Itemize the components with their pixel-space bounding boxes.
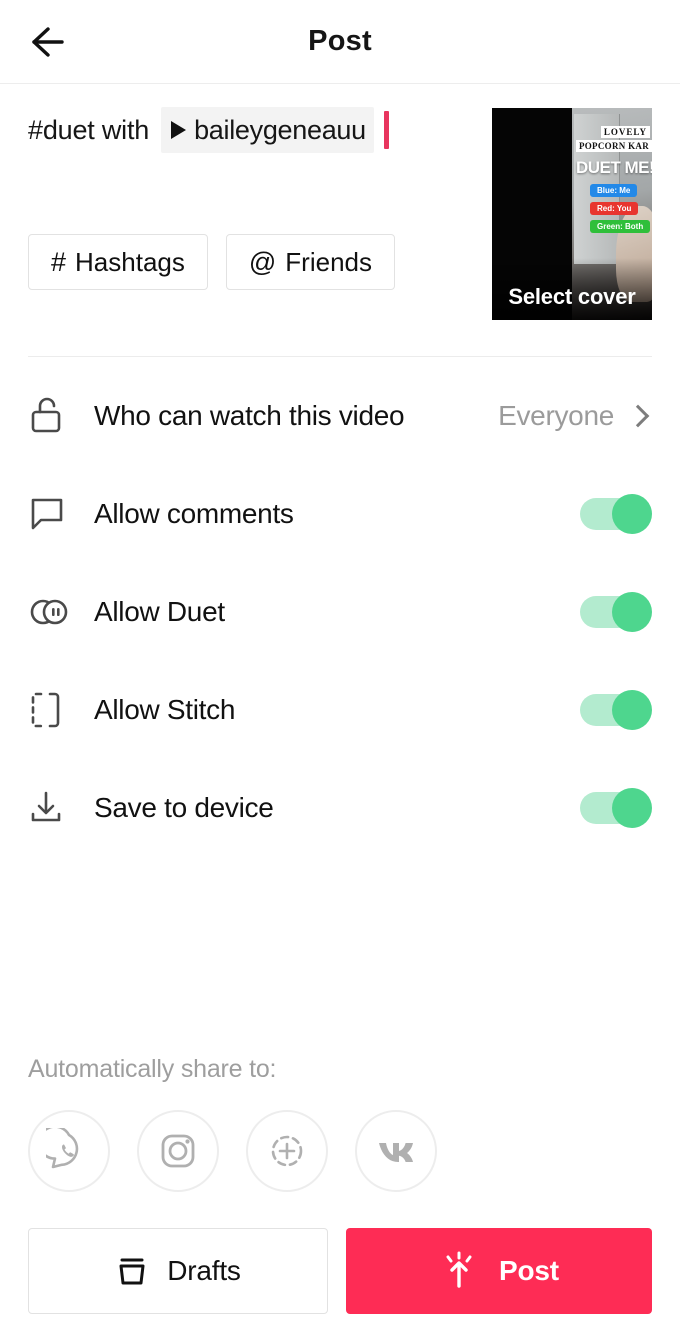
arrow-left-icon xyxy=(32,26,64,57)
row-allow-comments[interactable]: Allow comments xyxy=(28,465,652,563)
row-allow-duet[interactable]: Allow Duet xyxy=(28,563,652,661)
toggle-thumb xyxy=(612,494,652,534)
who-can-watch-label: Who can watch this video xyxy=(94,400,405,431)
cover-overlay-tag-red: Red: You xyxy=(590,202,639,215)
chevron-right-icon xyxy=(626,404,650,428)
hashtags-label: Hashtags xyxy=(75,246,185,277)
friends-label: Friends xyxy=(285,246,372,277)
caption-prefix: #duet with xyxy=(28,115,150,145)
video-cover-thumbnail[interactable]: LOVELY POPCORN KAR DUET ME!!! Blue: Me R… xyxy=(492,108,652,320)
caption-editor[interactable]: #duet with baileygeneauu # Hashtags @ Fr… xyxy=(28,107,458,320)
who-can-watch-value: Everyone xyxy=(498,400,614,431)
tag-button-row: # Hashtags @ Friends xyxy=(28,234,458,290)
post-upload-icon xyxy=(446,1251,472,1288)
back-button[interactable] xyxy=(26,16,78,68)
unlock-icon xyxy=(28,394,84,438)
toggle-thumb xyxy=(612,592,652,632)
download-icon xyxy=(28,788,84,828)
cover-overlay-popcorn: POPCORN KAR xyxy=(575,140,652,152)
row-allow-stitch[interactable]: Allow Stitch xyxy=(28,661,652,759)
post-screen: Post #duet with baileygeneauu # Hashtags… xyxy=(0,0,680,1344)
drafts-box-icon xyxy=(119,1258,145,1285)
allow-comments-toggle[interactable] xyxy=(580,494,652,534)
select-cover-label[interactable]: Select cover xyxy=(492,284,652,310)
allow-comments-label: Allow comments xyxy=(94,498,294,529)
post-label: Post xyxy=(499,1255,559,1286)
auto-share-label: Automatically share to: xyxy=(28,1055,277,1083)
instagram-story-icon xyxy=(271,1135,303,1167)
allow-duet-label: Allow Duet xyxy=(94,596,225,627)
text-caret xyxy=(383,111,389,149)
stitch-bracket-icon xyxy=(28,689,84,731)
allow-stitch-label: Allow Stitch xyxy=(94,694,236,725)
allow-stitch-toggle[interactable] xyxy=(580,690,652,730)
comment-bubble-icon xyxy=(28,494,84,534)
toggle-thumb xyxy=(612,788,652,828)
section-divider xyxy=(28,356,652,357)
play-triangle-icon xyxy=(171,121,187,139)
instagram-icon xyxy=(161,1134,195,1168)
friends-button[interactable]: @ Friends xyxy=(225,234,395,290)
caption-line: #duet with baileygeneauu xyxy=(28,107,458,153)
caption-section: #duet with baileygeneauu # Hashtags @ Fr… xyxy=(0,84,680,320)
at-mention-icon: @ xyxy=(248,246,277,277)
drafts-label: Drafts xyxy=(167,1255,241,1286)
toggle-thumb xyxy=(612,690,652,730)
share-instagram-story-button[interactable] xyxy=(246,1110,328,1192)
share-target-row xyxy=(28,1110,652,1192)
settings-list: Who can watch this video Everyone Allow … xyxy=(0,367,680,857)
vk-icon xyxy=(379,1143,413,1162)
save-to-device-toggle[interactable] xyxy=(580,788,652,828)
hashtag-icon: # xyxy=(51,246,67,277)
whatsapp-icon xyxy=(46,1128,79,1169)
share-whatsapp-button[interactable] xyxy=(28,1110,110,1192)
header-bar: Post xyxy=(0,0,680,84)
mention-chip[interactable]: baileygeneauu xyxy=(161,107,374,153)
share-vk-button[interactable] xyxy=(355,1110,437,1192)
bottom-action-bar: Drafts Post xyxy=(0,1192,680,1344)
allow-duet-toggle[interactable] xyxy=(580,592,652,632)
share-instagram-button[interactable] xyxy=(137,1110,219,1192)
page-title: Post xyxy=(308,25,372,57)
cover-overlay-lovely: LOVELY xyxy=(600,126,650,138)
mention-username: baileygeneauu xyxy=(194,115,366,145)
duet-circles-icon xyxy=(28,594,84,630)
hashtags-button[interactable]: # Hashtags xyxy=(28,234,208,290)
auto-share-section: Automatically share to: xyxy=(0,1055,680,1192)
post-button[interactable]: Post xyxy=(346,1228,652,1314)
cover-overlay-tag-blue: Blue: Me xyxy=(590,184,638,197)
cover-overlay-tag-green: Green: Both xyxy=(590,220,651,233)
row-save-to-device[interactable]: Save to device xyxy=(28,759,652,857)
save-to-device-label: Save to device xyxy=(94,792,274,823)
cover-overlay-duet-me: DUET ME!!! xyxy=(576,158,652,177)
drafts-button[interactable]: Drafts xyxy=(28,1228,328,1314)
row-who-can-watch[interactable]: Who can watch this video Everyone xyxy=(28,367,652,465)
